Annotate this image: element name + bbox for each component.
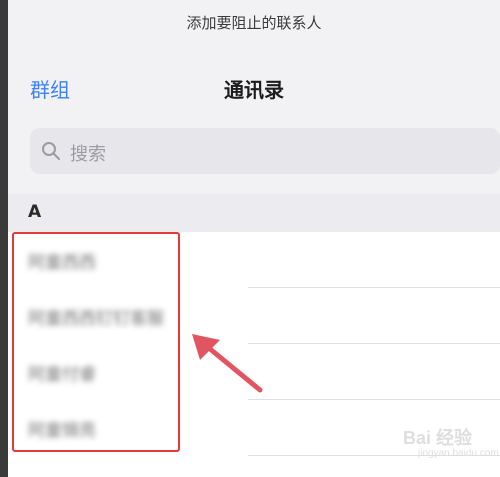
search-input[interactable]: 搜索 — [30, 128, 500, 174]
contact-row[interactable]: 阿童西西 — [8, 232, 500, 288]
section-header: A — [8, 194, 500, 232]
page-title: 通讯录 — [224, 78, 284, 102]
contact-picker-sheet: 添加要阻止的联系人 群组 通讯录 搜索 A 阿童西西 阿童西西钉钉客服 阿童付睿… — [8, 0, 500, 477]
search-placeholder: 搜索 — [70, 144, 106, 165]
contact-row[interactable]: 阿童付睿 — [8, 344, 500, 400]
watermark-logo: Bai 经验 — [403, 428, 473, 448]
contact-name: 阿童西西 — [28, 253, 96, 273]
contact-name: 阿童锦亮 — [28, 421, 96, 441]
sheet-prompt: 添加要阻止的联系人 — [186, 14, 322, 32]
window-edge — [0, 0, 8, 477]
watermark-url: jingyan.baidu.com — [418, 448, 499, 459]
contact-name: 阿童付睿 — [28, 365, 96, 385]
contact-name: 阿童西西钉钉客服 — [28, 309, 164, 329]
search-icon — [42, 142, 60, 160]
contact-row[interactable]: 阿童西西钉钉客服 — [8, 288, 500, 344]
groups-button[interactable]: 群组 — [30, 74, 70, 103]
section-letter: A — [28, 202, 42, 222]
